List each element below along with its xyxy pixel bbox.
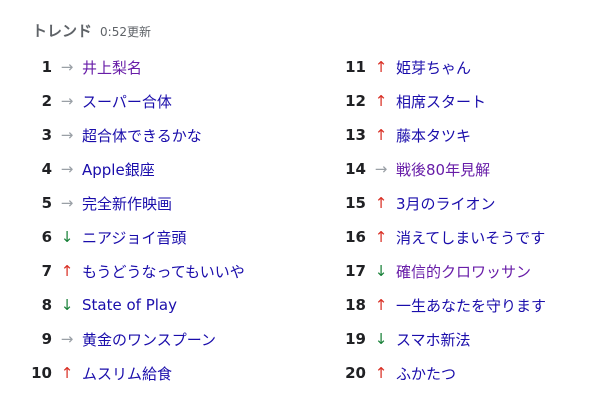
trend-term-link[interactable]: 確信的クロワッサン <box>396 261 531 282</box>
trend-term-link[interactable]: State of Play <box>82 296 177 314</box>
trend-down-icon: ↓ <box>60 228 74 246</box>
trend-item[interactable]: 8 ↓ State of Play <box>22 288 292 322</box>
trend-up-icon: ↑ <box>374 58 388 76</box>
trend-up-icon: ↑ <box>374 126 388 144</box>
trend-rank: 1 <box>41 58 52 76</box>
trend-up-icon: ↑ <box>374 364 388 382</box>
trend-item[interactable]: 20 ↑ ふかたつ <box>336 356 602 390</box>
trend-down-icon: ↓ <box>60 296 74 314</box>
trend-term-link[interactable]: 3月のライオン <box>396 193 496 214</box>
trend-term-link[interactable]: スマホ新法 <box>396 329 471 350</box>
trend-item[interactable]: 13 ↑ 藤本タツキ <box>336 118 602 152</box>
trend-term-link[interactable]: 完全新作映画 <box>82 193 172 214</box>
trend-item[interactable]: 15 ↑ 3月のライオン <box>336 186 602 220</box>
trend-rank: 8 <box>41 296 52 314</box>
trend-up-icon: ↑ <box>374 194 388 212</box>
trend-flat-icon: → <box>60 160 74 178</box>
trend-flat-icon: → <box>60 58 74 76</box>
trend-rank: 20 <box>345 364 366 382</box>
trend-item[interactable]: 12 ↑ 相席スタート <box>336 84 602 118</box>
trend-item[interactable]: 1 → 井上梨名 <box>22 50 292 84</box>
trend-item[interactable]: 14 → 戦後80年見解 <box>336 152 602 186</box>
trend-up-icon: ↑ <box>374 296 388 314</box>
trend-item[interactable]: 17 ↓ 確信的クロワッサン <box>336 254 602 288</box>
trend-rank: 18 <box>345 296 366 314</box>
trend-term-link[interactable]: 一生あなたを守ります <box>396 295 546 316</box>
trend-rank: 3 <box>41 126 52 144</box>
trend-term-link[interactable]: 姫芽ちゃん <box>396 57 471 78</box>
trend-term-link[interactable]: 超合体できるかな <box>82 125 202 146</box>
trend-term-link[interactable]: 消えてしまいそうです <box>396 227 545 248</box>
trend-flat-icon: → <box>60 194 74 212</box>
trend-rank: 4 <box>41 160 52 178</box>
trend-up-icon: ↑ <box>374 228 388 246</box>
trend-term-link[interactable]: 黄金のワンスプーン <box>82 329 216 350</box>
trend-rank: 9 <box>41 330 52 348</box>
trend-up-icon: ↑ <box>60 364 74 382</box>
trend-item[interactable]: 18 ↑ 一生あなたを守ります <box>336 288 602 322</box>
trend-item[interactable]: 2 → スーパー合体 <box>22 84 292 118</box>
trend-item[interactable]: 3 → 超合体できるかな <box>22 118 292 152</box>
trend-up-icon: ↑ <box>374 92 388 110</box>
updated-time: 0:52更新 <box>100 25 151 39</box>
trend-term-link[interactable]: スーパー合体 <box>82 91 172 112</box>
trend-rank: 13 <box>345 126 366 144</box>
trends-header: トレンド 0:52更新 <box>32 20 151 42</box>
trend-item[interactable]: 10 ↑ ムスリム給食 <box>22 356 292 390</box>
trend-term-link[interactable]: もうどうなってもいいや <box>82 261 245 282</box>
trends-column-right: 11 ↑ 姫芽ちゃん 12 ↑ 相席スタート 13 ↑ 藤本タツキ 14 → 戦後80年見解 15 ↑ 3月… <box>336 50 602 390</box>
trends-title: トレンド <box>32 22 93 40</box>
trend-rank: 2 <box>41 92 52 110</box>
trend-item[interactable]: 4 → Apple銀座 <box>22 152 292 186</box>
trend-rank: 17 <box>345 262 366 280</box>
trend-term-link[interactable]: 戦後80年見解 <box>396 159 490 180</box>
trend-rank: 7 <box>41 262 52 280</box>
trend-term-link[interactable]: ニアジョイ音頭 <box>82 227 186 248</box>
trend-flat-icon: → <box>60 92 74 110</box>
trend-rank: 6 <box>41 228 52 246</box>
trend-term-link[interactable]: 相席スタート <box>396 91 486 112</box>
trend-up-icon: ↑ <box>60 262 74 280</box>
trend-item[interactable]: 16 ↑ 消えてしまいそうです <box>336 220 602 254</box>
trend-item[interactable]: 7 ↑ もうどうなってもいいや <box>22 254 292 288</box>
trends-column-left: 1 → 井上梨名 2 → スーパー合体 3 → 超合体できるかな 4 → Apple銀座 5 → 完全新作映… <box>22 50 292 390</box>
trend-item[interactable]: 5 → 完全新作映画 <box>22 186 292 220</box>
trend-rank: 16 <box>345 228 366 246</box>
trend-rank: 15 <box>345 194 366 212</box>
trend-rank: 19 <box>345 330 366 348</box>
trend-item[interactable]: 9 → 黄金のワンスプーン <box>22 322 292 356</box>
trend-rank: 12 <box>345 92 366 110</box>
trend-term-link[interactable]: 藤本タツキ <box>396 125 471 146</box>
trend-term-link[interactable]: ふかたつ <box>396 363 456 384</box>
trend-item[interactable]: 6 ↓ ニアジョイ音頭 <box>22 220 292 254</box>
trend-term-link[interactable]: 井上梨名 <box>82 57 142 78</box>
trend-item[interactable]: 19 ↓ スマホ新法 <box>336 322 602 356</box>
trend-term-link[interactable]: Apple銀座 <box>82 159 155 180</box>
trend-down-icon: ↓ <box>374 330 388 348</box>
trend-item[interactable]: 11 ↑ 姫芽ちゃん <box>336 50 602 84</box>
trend-rank: 14 <box>345 160 366 178</box>
trend-flat-icon: → <box>60 330 74 348</box>
trend-rank: 10 <box>31 364 52 382</box>
trend-flat-icon: → <box>374 160 388 178</box>
trend-down-icon: ↓ <box>374 262 388 280</box>
trend-rank: 5 <box>41 194 52 212</box>
trend-flat-icon: → <box>60 126 74 144</box>
trend-rank: 11 <box>345 58 366 76</box>
trend-term-link[interactable]: ムスリム給食 <box>82 363 172 384</box>
